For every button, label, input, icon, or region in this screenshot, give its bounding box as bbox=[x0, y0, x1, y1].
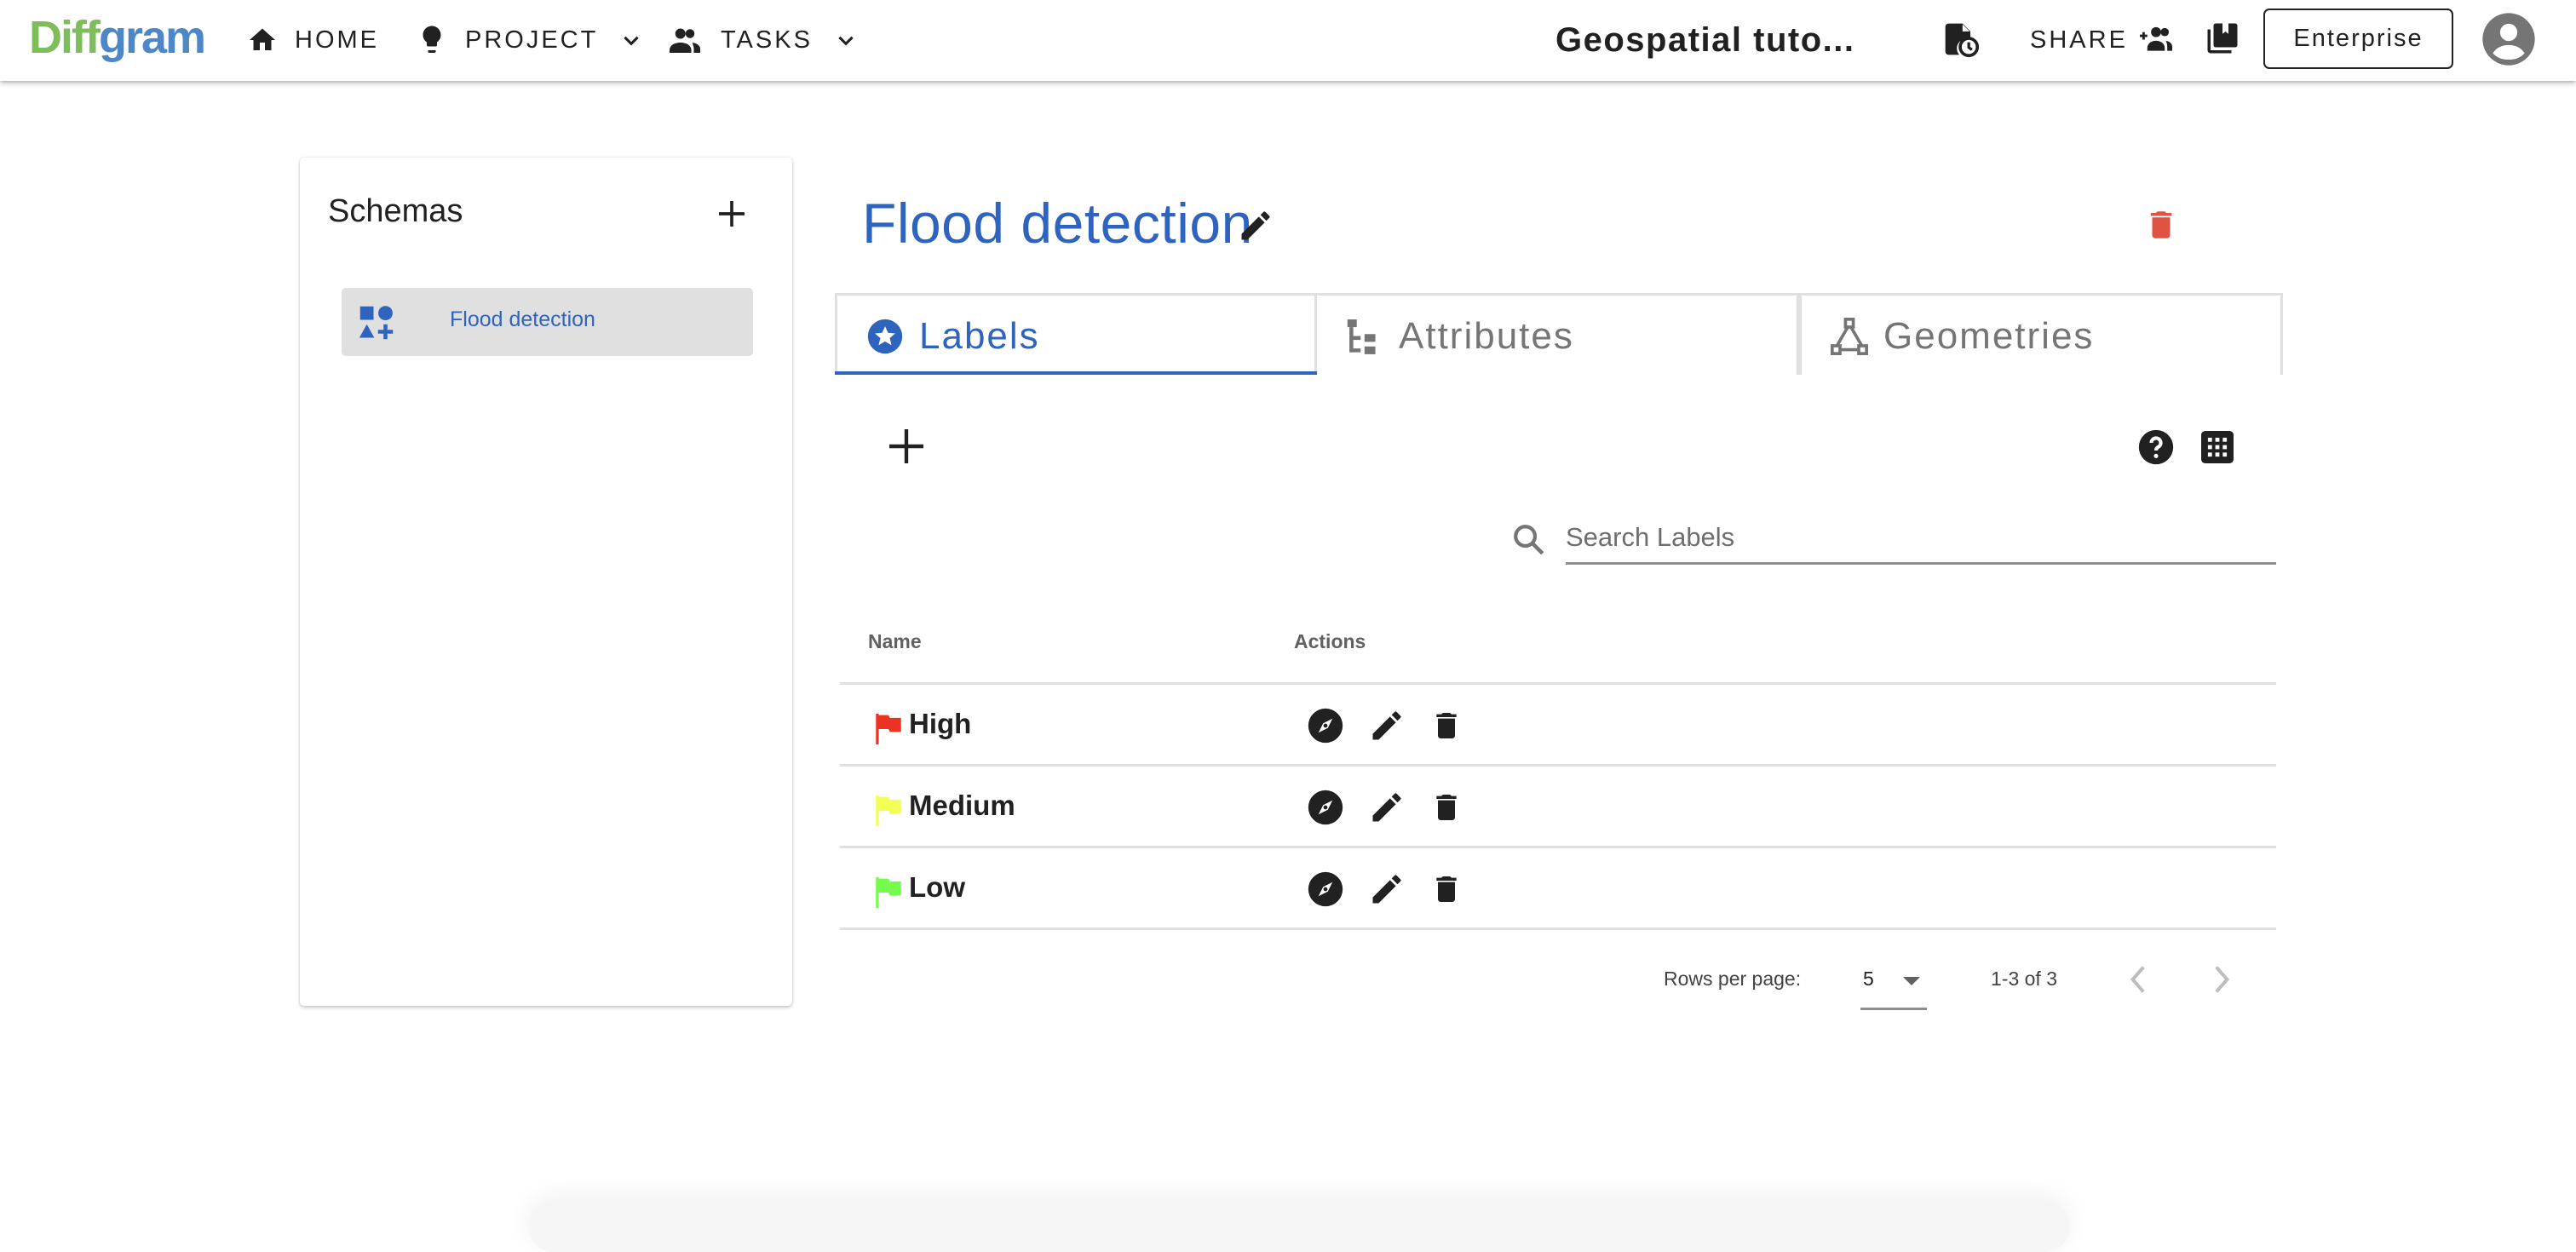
pencil-icon bbox=[1372, 793, 1401, 822]
attribute-tree-icon bbox=[1346, 318, 1380, 359]
people-icon bbox=[670, 27, 700, 53]
compass-icon bbox=[1308, 790, 1343, 825]
nav-home[interactable]: HOME bbox=[247, 19, 379, 61]
add-label-button[interactable] bbox=[886, 426, 927, 471]
chevron-right-icon bbox=[2215, 966, 2230, 993]
nav-project-label: PROJECT bbox=[465, 26, 599, 54]
pencil-icon bbox=[1372, 875, 1401, 904]
add-schema-button[interactable] bbox=[715, 197, 749, 231]
column-header-name[interactable]: Name bbox=[868, 630, 922, 653]
flag-icon bbox=[874, 795, 903, 830]
app-bar: Diffgram HOME PROJECT TASKS Geospatial t… bbox=[0, 0, 2576, 81]
next-page-button[interactable] bbox=[2213, 964, 2232, 999]
chevron-left-icon bbox=[2130, 966, 2145, 993]
share-button[interactable]: SHARE bbox=[2030, 19, 2172, 61]
lightbulb-icon bbox=[419, 25, 445, 55]
pencil-icon bbox=[1241, 211, 1270, 240]
tab-attributes[interactable]: Attributes bbox=[1317, 293, 1799, 375]
schema-item-label: Flood detection bbox=[450, 307, 595, 331]
trash-icon bbox=[1436, 713, 1457, 738]
flag-icon bbox=[874, 714, 903, 749]
chevron-down-icon bbox=[620, 29, 642, 51]
schema-title: Flood detection bbox=[862, 192, 1253, 255]
logo-part-diff: Diff bbox=[29, 12, 101, 63]
plus-icon bbox=[889, 429, 923, 463]
rows-per-page-select[interactable]: 5 bbox=[1860, 961, 1927, 1010]
nav-project[interactable]: PROJECT bbox=[419, 19, 642, 61]
edit-label-button[interactable] bbox=[1368, 707, 1406, 749]
schemas-panel: Schemas Flood detection bbox=[300, 158, 792, 1006]
caret-down-icon bbox=[1901, 975, 1922, 991]
help-circle-icon bbox=[2138, 429, 2174, 465]
schemas-title: Schemas bbox=[328, 193, 463, 229]
edit-title-button[interactable] bbox=[1237, 207, 1274, 249]
diffgram-logo[interactable]: Diffgram bbox=[29, 10, 206, 65]
pagination-range: 1-3 of 3 bbox=[1991, 968, 2057, 990]
nav-tasks-label: TASKS bbox=[721, 26, 813, 54]
rows-per-page-label: Rows per page: bbox=[1664, 968, 1802, 990]
pencil-icon bbox=[1372, 711, 1401, 740]
tab-attributes-label: Attributes bbox=[1399, 315, 1574, 357]
compass-icon bbox=[1308, 708, 1343, 744]
delete-label-button[interactable] bbox=[1429, 707, 1463, 749]
library-books-icon[interactable] bbox=[2205, 20, 2240, 60]
home-icon bbox=[247, 25, 278, 55]
grid-view-button[interactable] bbox=[2201, 431, 2234, 468]
rows-per-page-value: 5 bbox=[1863, 968, 1874, 990]
logo-part-gram: gram bbox=[98, 12, 206, 63]
labels-table: Name Actions High Medium Low bbox=[840, 617, 2276, 930]
account-avatar-icon[interactable] bbox=[2481, 12, 2536, 66]
file-history-icon[interactable] bbox=[1942, 20, 1980, 62]
edit-label-button[interactable] bbox=[1368, 789, 1406, 830]
table-row: Low bbox=[840, 848, 2276, 930]
schema-item-flood-detection[interactable]: Flood detection bbox=[342, 288, 753, 356]
share-label: SHARE bbox=[2030, 26, 2128, 54]
trash-icon bbox=[2150, 211, 2172, 238]
grid-icon bbox=[2201, 431, 2234, 463]
plus-icon bbox=[719, 201, 745, 227]
chevron-down-icon bbox=[835, 29, 857, 51]
nav-home-label: HOME bbox=[295, 26, 379, 54]
delete-label-button[interactable] bbox=[1429, 870, 1463, 912]
shapes-icon bbox=[359, 305, 394, 345]
tab-labels-label: Labels bbox=[919, 315, 1040, 357]
explore-button[interactable] bbox=[1307, 789, 1344, 830]
enterprise-button[interactable]: Enterprise bbox=[2263, 9, 2453, 69]
help-button[interactable] bbox=[2137, 428, 2175, 470]
edit-label-button[interactable] bbox=[1368, 870, 1406, 912]
tab-labels[interactable]: Labels bbox=[835, 293, 1317, 375]
search-labels-input[interactable] bbox=[1566, 515, 2276, 565]
schema-tabs: Labels Attributes Geometries bbox=[835, 293, 2283, 375]
compass-icon bbox=[1308, 871, 1343, 907]
column-header-actions: Actions bbox=[1294, 630, 1366, 652]
trash-icon bbox=[1436, 795, 1457, 820]
label-name: High bbox=[909, 708, 972, 739]
tab-geometries[interactable]: Geometries bbox=[1799, 293, 2283, 375]
star-circle-icon bbox=[866, 318, 904, 359]
nav-tasks[interactable]: TASKS bbox=[670, 19, 857, 61]
label-name: Low bbox=[909, 871, 965, 903]
add-people-icon bbox=[2139, 26, 2172, 55]
table-row: Medium bbox=[840, 767, 2276, 848]
flag-icon bbox=[874, 877, 903, 912]
polygon-icon bbox=[1831, 318, 1868, 359]
search-labels bbox=[1509, 515, 2276, 568]
explore-button[interactable] bbox=[1307, 870, 1344, 912]
search-icon bbox=[1511, 522, 1547, 562]
previous-page-button[interactable] bbox=[2128, 964, 2147, 999]
delete-label-button[interactable] bbox=[1429, 789, 1463, 830]
trash-icon bbox=[1436, 876, 1457, 902]
table-row: High bbox=[840, 685, 2276, 767]
table-header: Name Actions bbox=[840, 617, 2276, 685]
label-name: Medium bbox=[909, 790, 1015, 821]
delete-schema-button[interactable] bbox=[2143, 204, 2179, 250]
table-pagination: Rows per page: 5 1-3 of 3 bbox=[1653, 952, 2283, 1029]
project-name[interactable]: Geospatial tuto... bbox=[1555, 17, 1854, 63]
bottom-sheet-edge bbox=[528, 1201, 2070, 1252]
tab-geometries-label: Geometries bbox=[1883, 315, 2095, 357]
explore-button[interactable] bbox=[1307, 707, 1344, 749]
